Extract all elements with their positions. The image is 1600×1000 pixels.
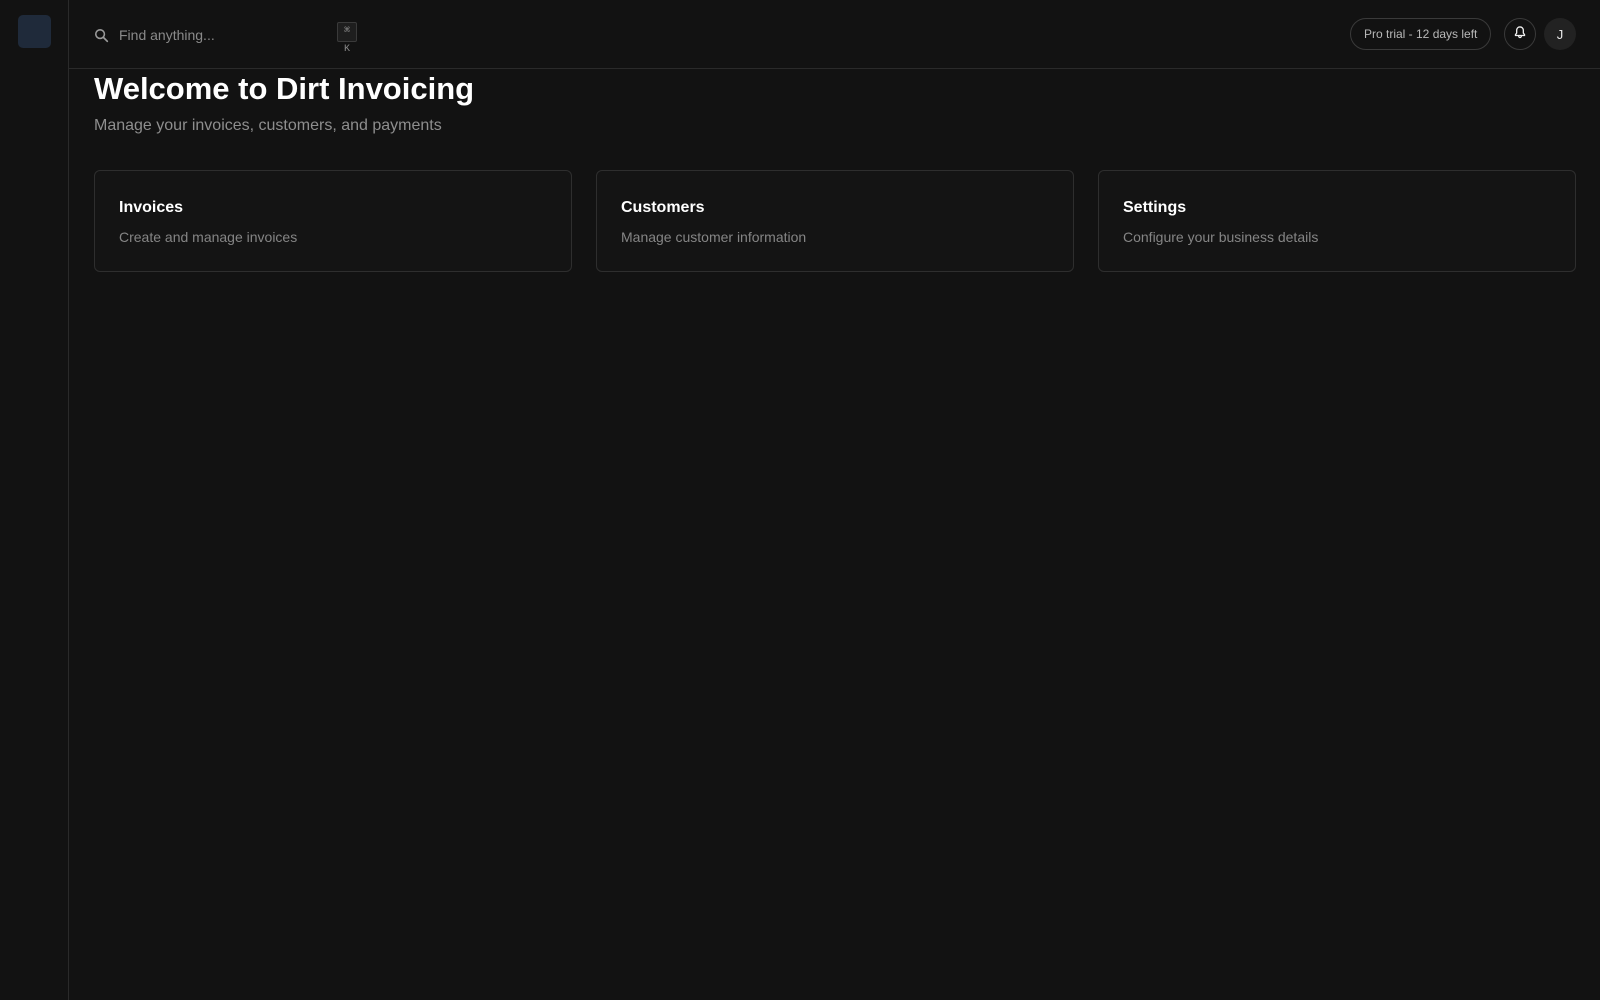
search-icon [93, 27, 109, 43]
card-grid: Invoices Create and manage invoices Cust… [94, 170, 1576, 272]
notifications-button[interactable] [1504, 18, 1536, 50]
settings-card[interactable]: Settings Configure your business details [1098, 170, 1576, 272]
customers-card[interactable]: Customers Manage customer information [596, 170, 1074, 272]
sidebar [0, 0, 69, 1000]
card-title: Settings [1123, 199, 1187, 216]
main-content: Welcome to Dirt Invoicing Manage your in… [94, 69, 1576, 272]
card-description: Configure your business details [1123, 229, 1319, 245]
pro-trial-badge[interactable]: Pro trial - 12 days left [1350, 18, 1492, 50]
card-title: Invoices [119, 199, 184, 216]
search-shortcut-hint: ⌘ K [337, 22, 358, 55]
card-description: Create and manage invoices [119, 229, 298, 245]
app-logo[interactable] [18, 15, 51, 48]
card-title: Customers [621, 199, 705, 216]
search-input[interactable] [119, 27, 299, 43]
page-title: Welcome to Dirt Invoicing [94, 71, 475, 106]
invoices-card[interactable]: Invoices Create and manage invoices [94, 170, 572, 272]
card-description: Manage customer information [621, 229, 807, 245]
page-subtitle: Manage your invoices, customers, and pay… [94, 117, 442, 134]
search-bar[interactable]: ⌘ K [93, 22, 358, 55]
user-avatar[interactable]: J [1544, 18, 1576, 50]
bell-icon [1513, 25, 1527, 44]
top-bar: ⌘ K Pro trial - 12 days left J [69, 0, 1600, 69]
